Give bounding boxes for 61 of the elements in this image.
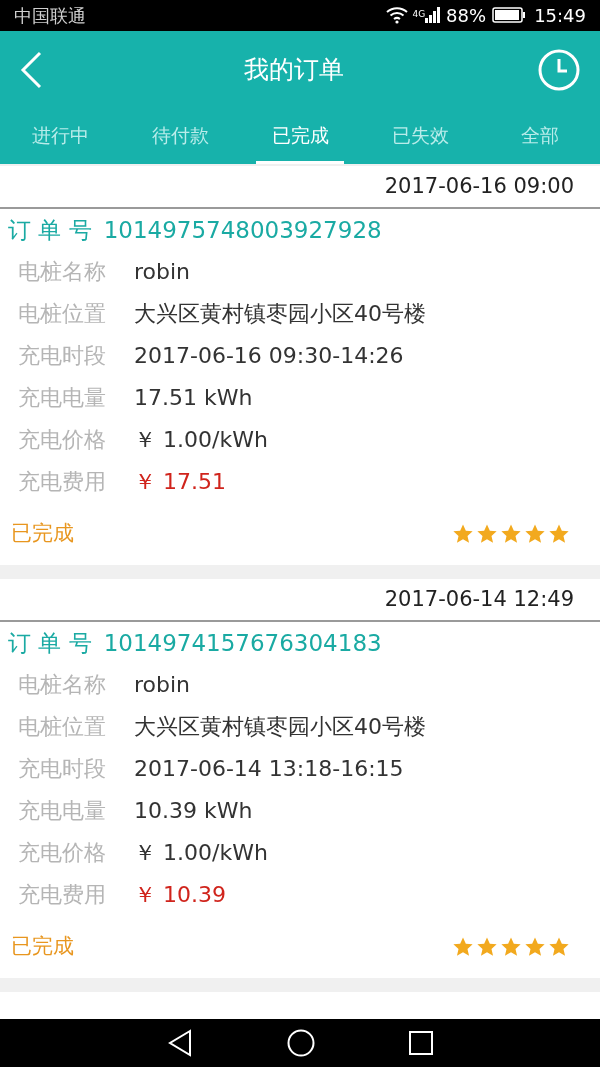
field-label: 充电费用 [18,881,107,910]
order-number: 1014975748003927928 [103,215,382,245]
star-icon [548,523,570,545]
field-value: 10.39 kWh [134,797,253,826]
field-value: 大兴区黄村镇枣园小区40号楼 [134,713,426,742]
order-date: 2017-06-14 12:49 [384,585,574,613]
field-value: 17.51 kWh [134,384,253,413]
order-card[interactable]: 2017-06-16 09:00 订 单 号 1014975748003927928 电桩名称 robin 电桩位置 大兴区黄村镇枣园小区40号楼 充电时段 2017-06-16 09:30-14:26 充电电量 17.51 kWh 充电价格 ￥ 1.00/kWh 充电费用 ￥ 17.51 已完成 [0,166,600,565]
star-icon [452,523,474,545]
order-tab[interactable]: 进行中 [16,109,104,164]
star-icon [476,523,498,545]
field-label: 充电价格 [18,839,107,868]
clock-icon[interactable] [538,49,580,91]
field-value: ￥ 17.51 [134,468,226,497]
field-value: robin [134,258,191,287]
order-number-label: 订 单 号 [8,215,92,245]
order-tab[interactable]: 全部 [496,109,584,164]
field-label: 电桩位置 [18,300,107,329]
order-tab[interactable]: 已失效 [376,109,464,164]
recents-nav-icon[interactable] [409,1031,433,1055]
wifi-icon [386,6,409,25]
order-date: 2017-06-16 09:00 [384,172,574,200]
field-label: 充电电量 [18,797,107,826]
carrier-name: 中国联通 [14,4,86,28]
star-icon [476,936,498,958]
star-icon [452,936,474,958]
order-status: 已完成 [11,933,74,961]
field-label: 充电电量 [18,384,107,413]
field-value: ￥ 1.00/kWh [134,839,268,868]
home-nav-icon[interactable] [287,1029,315,1057]
order-tab[interactable]: 待付款 [136,109,224,164]
star-icon [500,936,522,958]
field-value: ￥ 1.00/kWh [134,426,268,455]
field-value: 2017-06-16 09:30-14:26 [134,342,404,371]
field-label: 充电时段 [18,755,107,784]
star-icon [524,523,546,545]
field-value: 2017-06-14 13:18-16:15 [134,755,404,784]
star-icon [548,936,570,958]
field-label: 充电费用 [18,468,107,497]
back-nav-icon[interactable] [167,1029,193,1057]
order-number-label: 订 单 号 [8,628,92,658]
order-card[interactable]: 2017-06-14 12:49 订 单 号 1014974157676304183 电桩名称 robin 电桩位置 大兴区黄村镇枣园小区40号楼 充电时段 2017-06-14 13:18-16:15 充电电量 10.39 kWh 充电价格 ￥ 1.00/kWh 充电费用 ￥ 10.39 已完成 [0,579,600,978]
order-number: 1014974157676304183 [103,628,382,658]
field-label: 充电价格 [18,426,107,455]
battery-icon [492,7,527,24]
field-label: 电桩位置 [18,713,107,742]
star-icon [500,523,522,545]
field-value: 大兴区黄村镇枣园小区40号楼 [134,300,426,329]
field-label: 电桩名称 [18,671,107,700]
clock-time: 15:49 [534,4,586,28]
page-title: 我的订单 [244,54,344,87]
order-status: 已完成 [11,520,74,548]
order-tab[interactable]: 已完成 [256,109,344,164]
signal-icon [425,7,442,24]
field-value: robin [134,671,191,700]
star-icon [524,936,546,958]
field-value: ￥ 10.39 [134,881,226,910]
battery-percent: 88% [446,4,487,28]
field-label: 电桩名称 [18,258,107,287]
field-label: 充电时段 [18,342,107,371]
network-type: 4G [412,8,426,21]
